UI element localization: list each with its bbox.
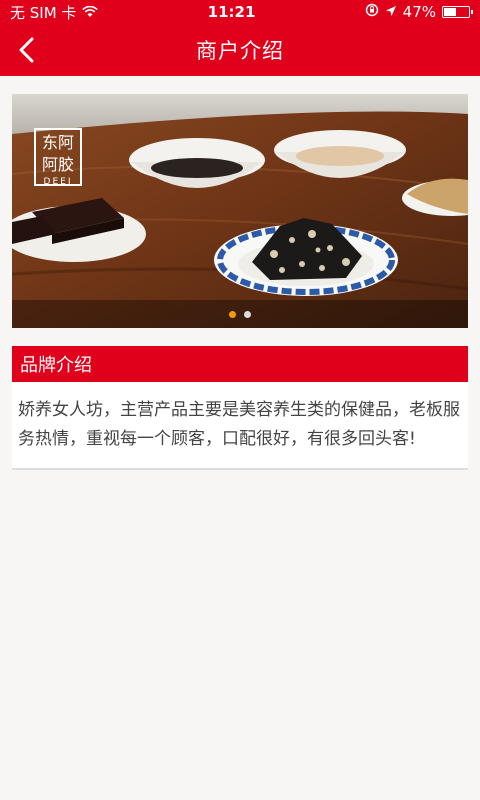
battery-fill — [444, 8, 457, 16]
brand-description: 娇养女人坊，主营产品主要是美容养生类的保健品，老板服务热情，重视每一个顾客，口配… — [12, 382, 468, 470]
logo-line-1: 东阿 — [41, 133, 74, 152]
battery-percent: 47% — [402, 3, 436, 21]
brand-section-title: 品牌介绍 — [20, 355, 92, 376]
banner-carousel[interactable]: 东阿 阿胶 DEEJ — [12, 94, 468, 328]
status-right: 47% — [365, 3, 473, 21]
carousel-dot-2[interactable] — [244, 310, 251, 318]
lock-rotation-icon — [365, 3, 379, 21]
brand-logo: 东阿 阿胶 DEEJ — [34, 128, 82, 187]
status-left: 无 SIM 卡 — [10, 2, 99, 23]
nav-bar: 商户介绍 — [0, 24, 480, 76]
battery-icon — [442, 6, 473, 18]
brand-section-header: 品牌介绍 — [12, 346, 468, 382]
wifi-icon — [82, 6, 99, 18]
carousel-dots — [12, 300, 468, 328]
page-title: 商户介绍 — [196, 39, 284, 63]
logo-brand: DEEJ — [43, 177, 73, 187]
status-time: 11:21 — [207, 3, 256, 21]
carrier-label: 无 SIM 卡 — [10, 3, 77, 22]
back-button[interactable] — [10, 34, 42, 66]
logo-line-2: 阿胶 — [41, 155, 74, 174]
status-bar: 无 SIM 卡 11:21 47% — [0, 0, 480, 24]
carousel-dot-1[interactable] — [229, 310, 236, 318]
chevron-left-icon — [19, 37, 34, 63]
location-arrow-icon — [385, 3, 397, 21]
